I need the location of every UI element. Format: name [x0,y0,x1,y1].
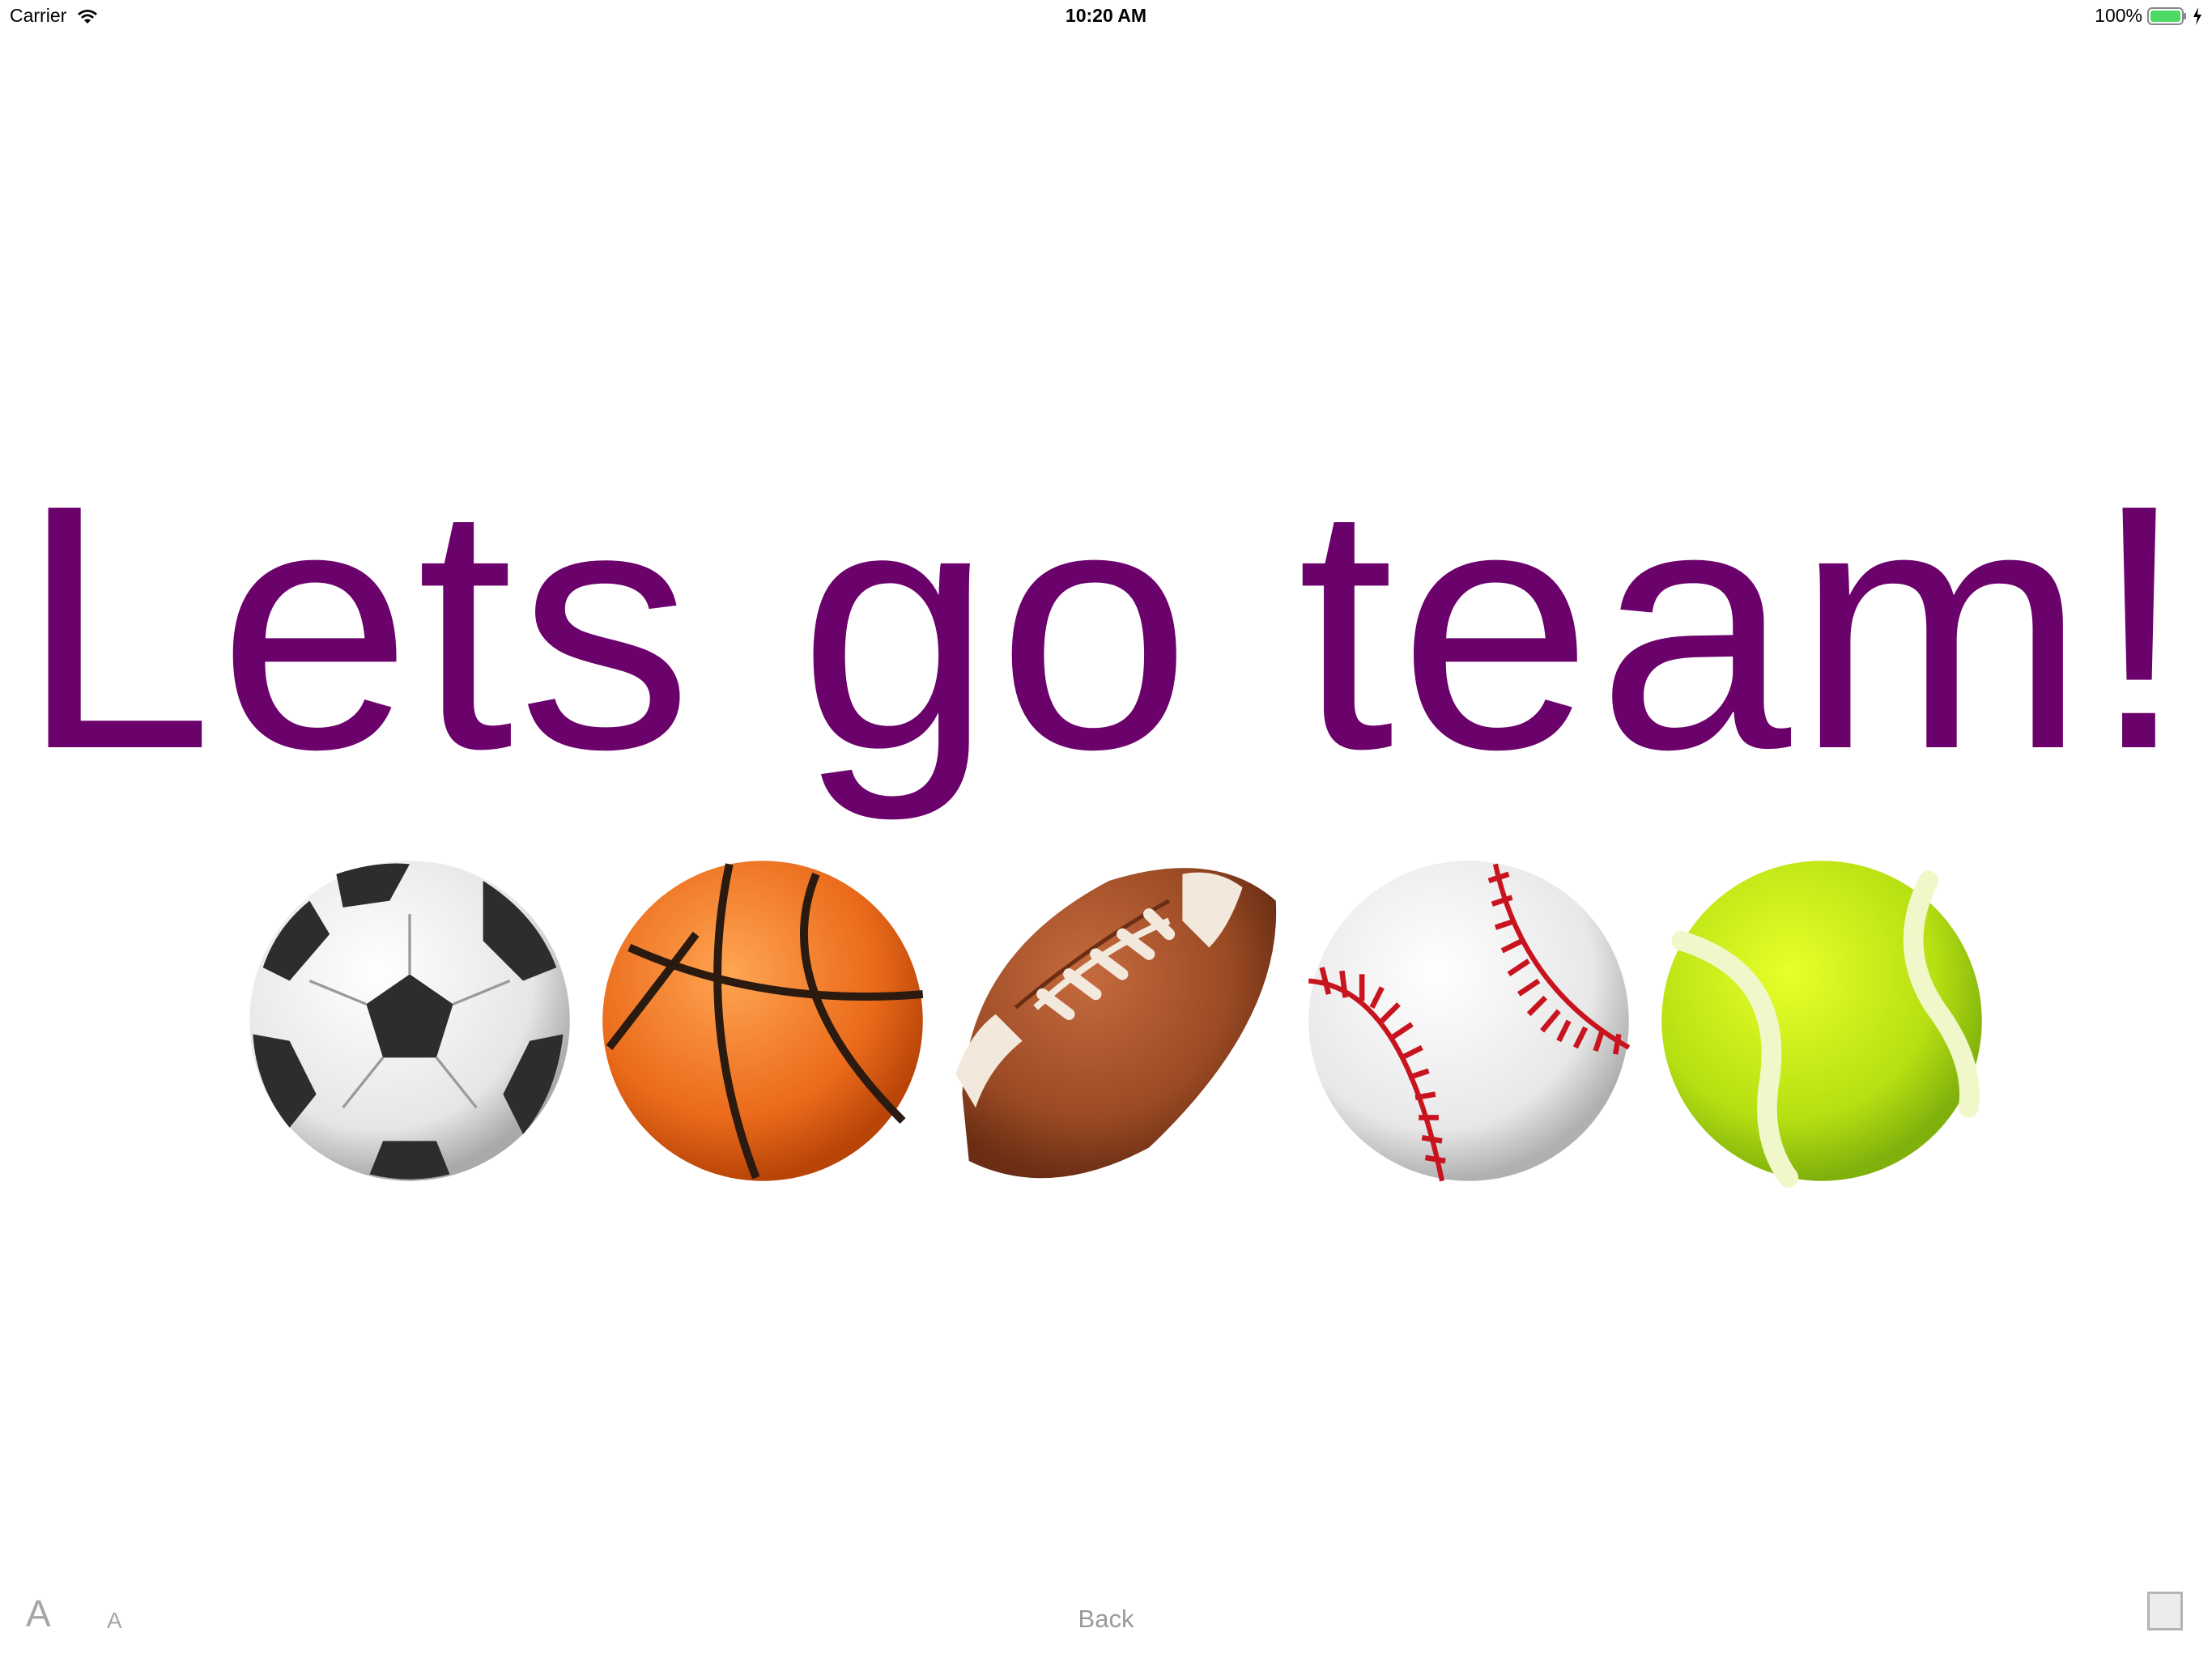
basketball-icon [596,854,929,1188]
tennis-ball-icon [1655,854,1989,1188]
clock: 10:20 AM [1065,5,1147,26]
square-icon[interactable] [2147,1592,2183,1630]
soccer-ball-icon [243,854,576,1188]
battery-icon [2147,6,2188,26]
battery-percent: 100% [2095,5,2142,26]
back-button[interactable]: Back [1025,1605,1187,1634]
decrease-font-button[interactable]: A [107,1608,122,1634]
charging-bolt-icon [2193,6,2202,25]
bottom-toolbar: A A Back [0,1585,2212,1658]
screen: Carrier 10:20 AM 100% Lets go team! A A … [0,0,2212,1658]
american-football-icon [949,854,1283,1188]
ball-row [243,854,1989,1188]
battery-group: 100% [2095,5,2202,27]
message-text: Lets go team! [19,433,2193,822]
increase-font-button[interactable]: A [26,1592,51,1635]
baseball-icon [1302,854,1636,1188]
status-bar: Carrier 10:20 AM 100% [0,0,2212,32]
